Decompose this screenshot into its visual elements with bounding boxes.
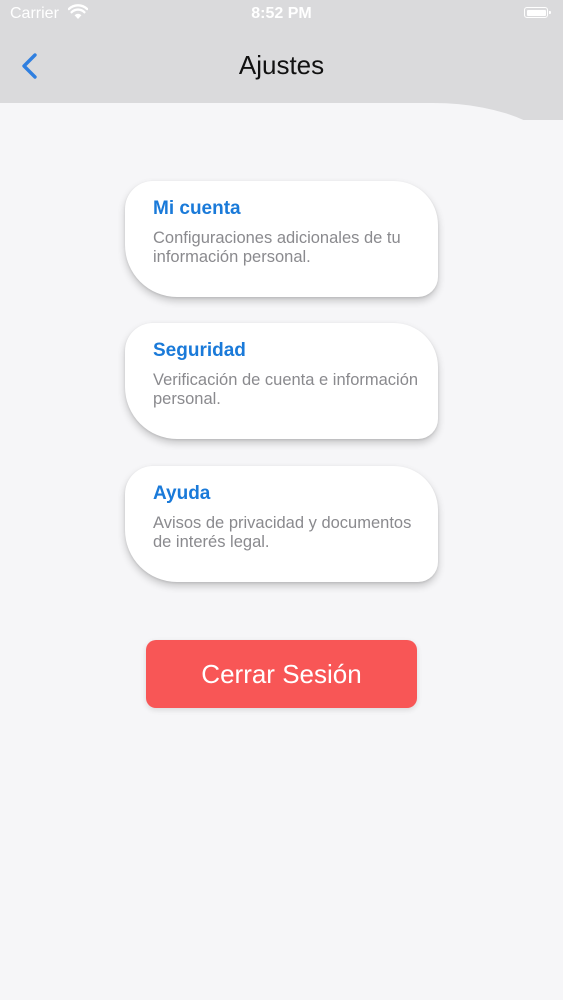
menu-item-mi-cuenta[interactable]: Mi cuenta Configuraciones adicionales de…	[125, 181, 438, 297]
menu-item-description: Verificación de cuenta e información per…	[153, 371, 419, 408]
battery-icon	[524, 7, 551, 18]
menu-item-description: Configuraciones adicionales de tu inform…	[153, 229, 401, 266]
status-time: 8:52 PM	[251, 5, 312, 22]
menu-item-title: Mi cuenta	[153, 198, 241, 219]
page-title: Ajustes	[238, 50, 325, 80]
status-bar: Carrier 8:52 PM	[0, 0, 563, 30]
menu-item-seguridad[interactable]: Seguridad Verificación de cuenta e infor…	[125, 323, 438, 439]
menu-item-ayuda[interactable]: Ayuda Avisos de privacidad y documentos …	[125, 466, 438, 582]
menu-item-description: Avisos de privacidad y documentos de int…	[153, 514, 412, 551]
menu-item-title: Seguridad	[153, 340, 246, 361]
menu-item-title: Ayuda	[153, 483, 211, 504]
logout-button[interactable]: Cerrar Sesión	[146, 640, 417, 708]
